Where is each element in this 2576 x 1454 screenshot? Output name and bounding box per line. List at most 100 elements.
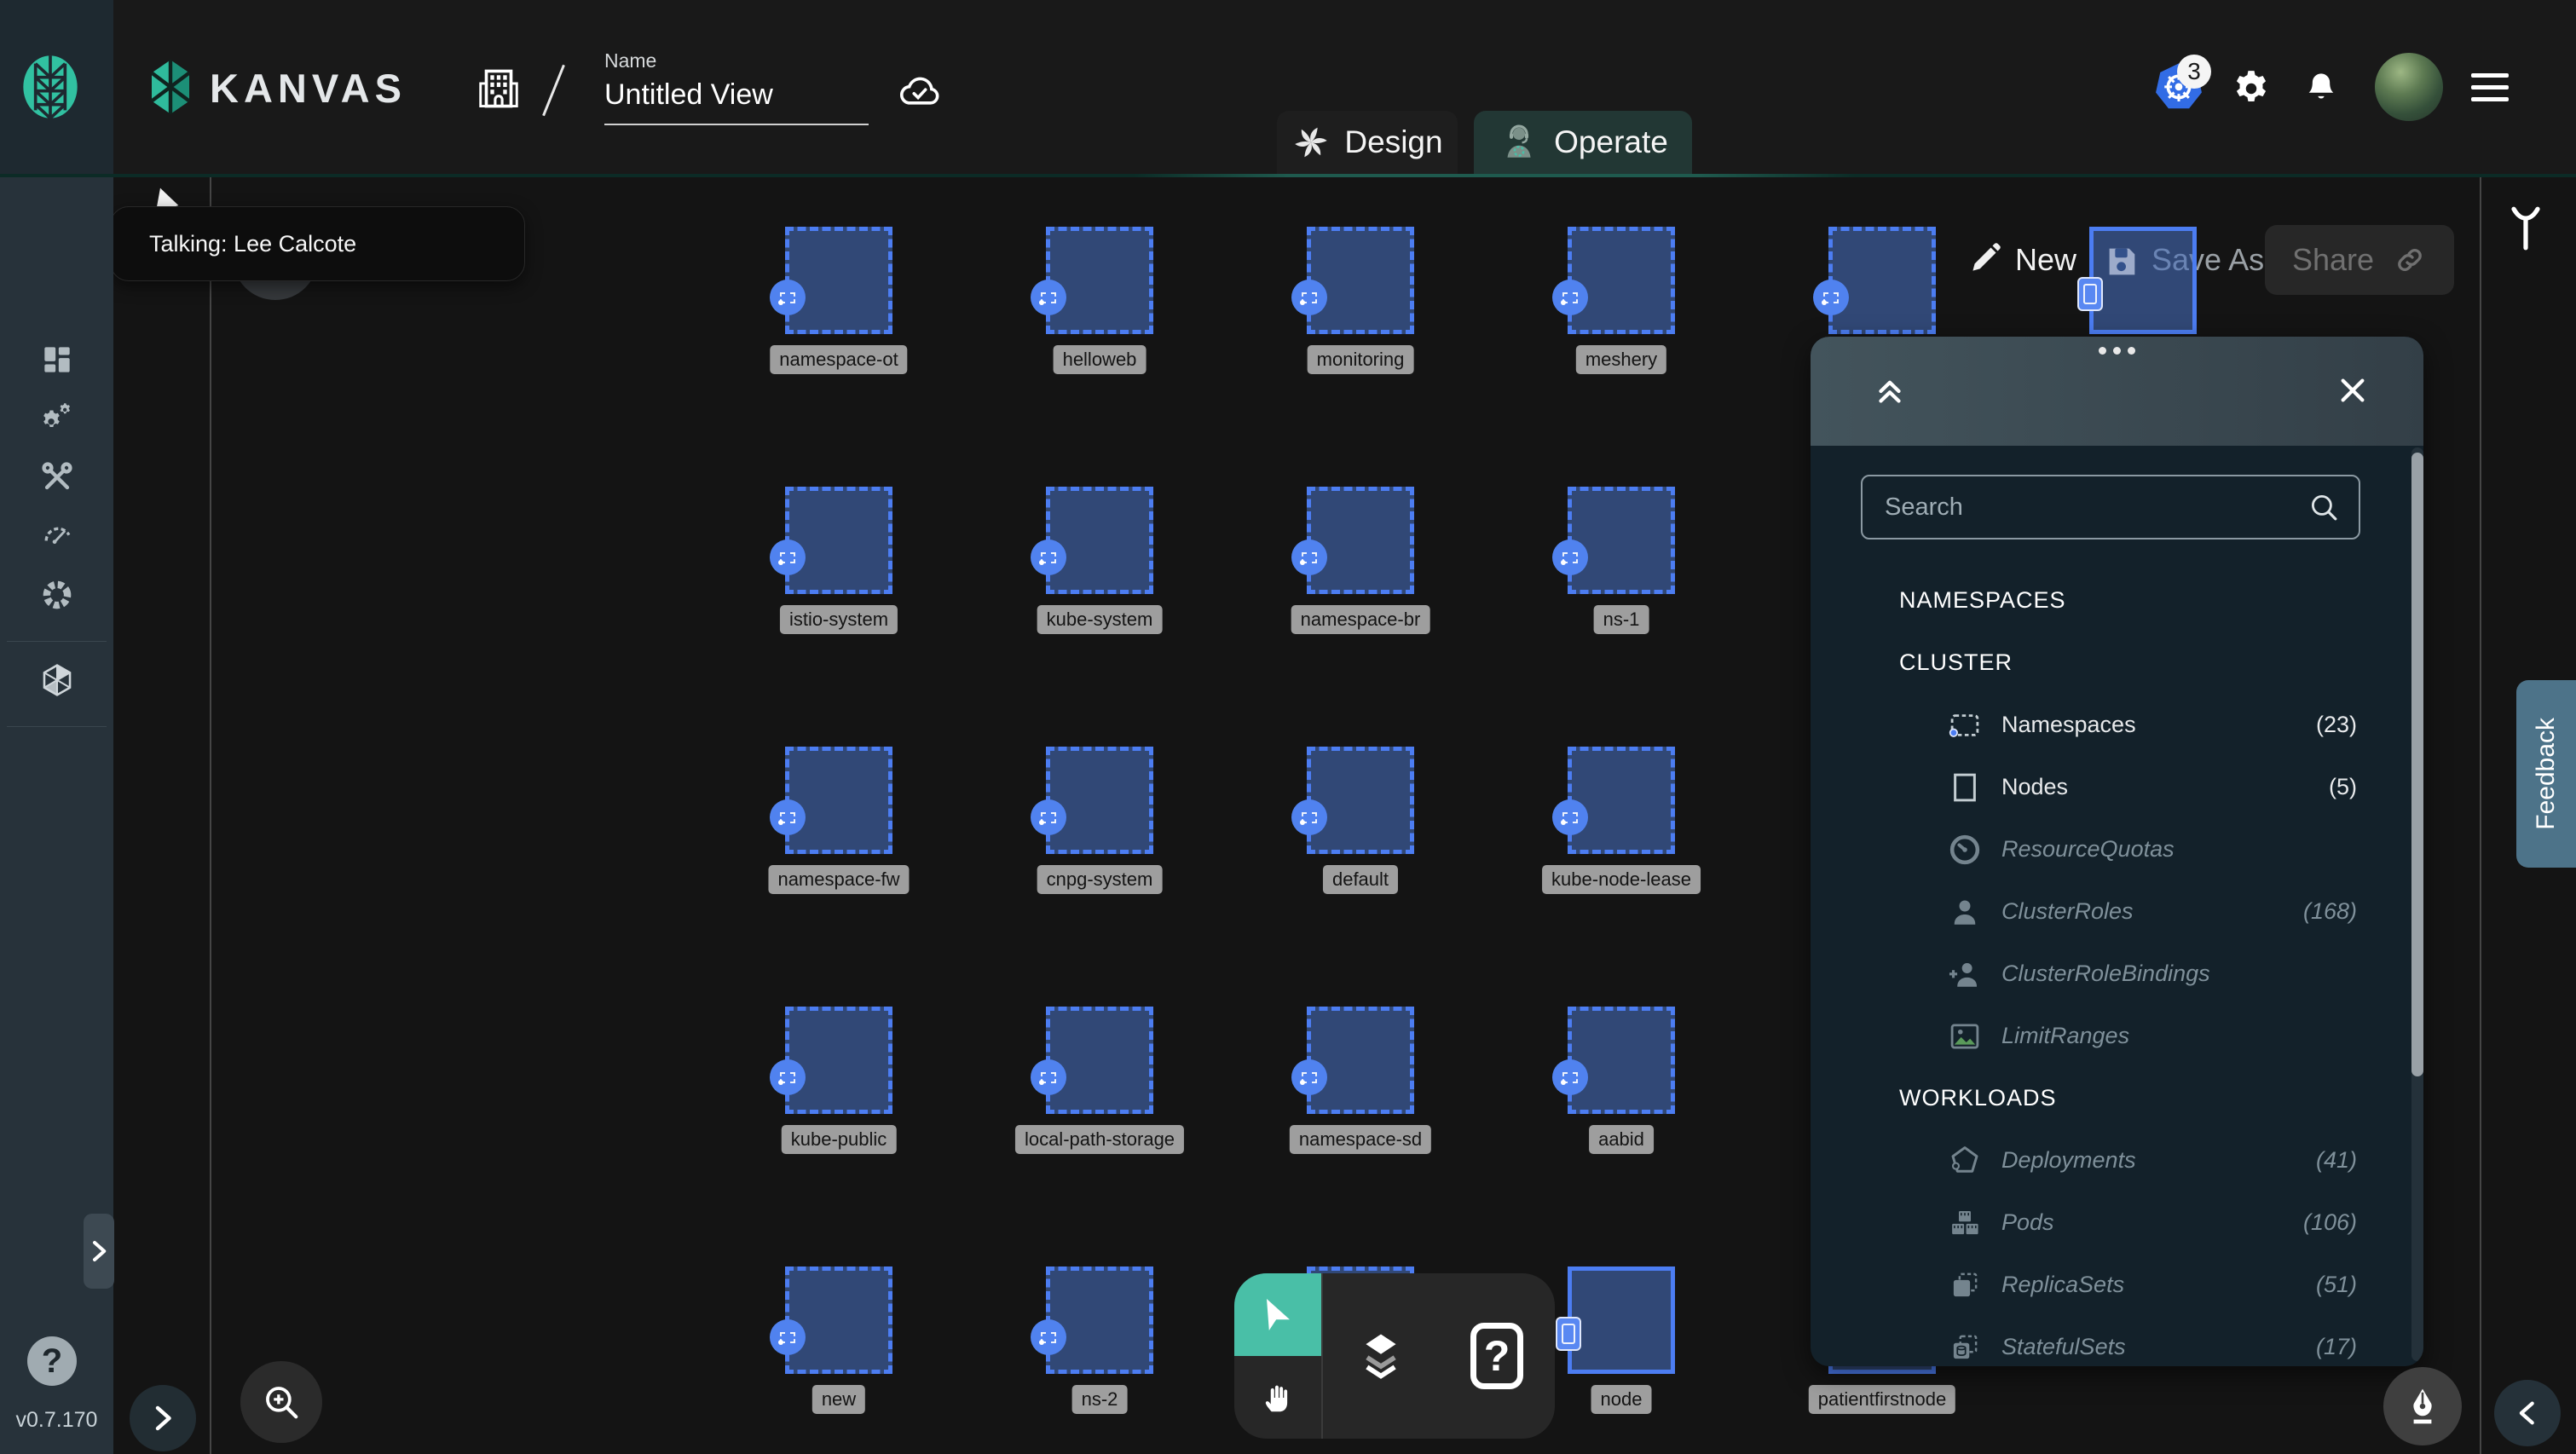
node-label[interactable]: meshery	[1575, 345, 1667, 374]
organization-building-icon[interactable]	[474, 63, 523, 114]
feedback-tab[interactable]: Feedback	[2516, 680, 2576, 868]
sidebar-expand-tab[interactable]	[84, 1214, 114, 1289]
notifications-bell-icon[interactable]	[2302, 68, 2341, 109]
lifecycle-gears-icon[interactable]	[38, 401, 76, 438]
dock-y-icon[interactable]	[2508, 203, 2544, 254]
namespace-badge-icon	[1552, 280, 1588, 315]
panel-item-pods[interactable]: Pods (106)	[1811, 1191, 2423, 1254]
canvas-node-cnpg-system[interactable]	[1031, 747, 1153, 854]
canvas-node-node[interactable]	[1556, 1266, 1675, 1374]
canvas-node-namespace-br[interactable]	[1291, 487, 1414, 594]
limitrange-icon	[1947, 1018, 1983, 1054]
canvas-node-monitoring[interactable]	[1291, 227, 1414, 334]
canvas-node-istio-system[interactable]	[770, 487, 892, 594]
node-label[interactable]: namespace-sd	[1289, 1125, 1432, 1154]
node-label[interactable]: patientfirstnode	[1808, 1385, 1956, 1414]
panel-scrollbar-thumb[interactable]	[2411, 453, 2423, 1076]
namespace-icon	[1947, 707, 1983, 743]
canvas-node-namespace-sd[interactable]	[1291, 1007, 1414, 1114]
toolbar-help-button[interactable]: ?	[1439, 1273, 1555, 1439]
panel-item-statefulsets[interactable]: StatefulSets (17)	[1811, 1316, 2423, 1366]
canvas-node-aabid[interactable]	[1552, 1007, 1675, 1114]
settings-gear-icon[interactable]	[2230, 67, 2273, 110]
workspace-logo-cell[interactable]	[0, 0, 113, 174]
canvas-node-namespace-fw[interactable]	[770, 747, 892, 854]
help-button[interactable]: ?	[27, 1336, 77, 1386]
canvas-node-helloweb[interactable]	[1031, 227, 1153, 334]
node-label[interactable]: istio-system	[779, 605, 898, 634]
node-label[interactable]: kube-node-lease	[1542, 865, 1701, 894]
node-label[interactable]: local-path-storage	[1014, 1125, 1185, 1154]
node-label[interactable]: ns-2	[1071, 1385, 1128, 1414]
node-label[interactable]: monitoring	[1307, 345, 1414, 374]
panel-item-replicasets[interactable]: ReplicaSets (51)	[1811, 1254, 2423, 1316]
expand-drawer-button[interactable]	[130, 1385, 196, 1451]
node-label[interactable]: new	[811, 1385, 866, 1414]
expand-double-chevron-up-icon[interactable]	[1870, 371, 1909, 410]
search-input[interactable]	[1863, 493, 2306, 522]
node-label[interactable]: ns-1	[1593, 605, 1649, 634]
feedback-tab-label: Feedback	[2532, 718, 2560, 830]
zoom-in-button[interactable]	[240, 1361, 322, 1443]
panel-item-clusterroles[interactable]: ClusterRoles (168)	[1811, 880, 2423, 943]
canvas-node-kube-node-lease[interactable]	[1552, 747, 1675, 854]
dashboard-icon[interactable]	[38, 341, 76, 378]
node-label[interactable]: namespace-fw	[768, 865, 910, 894]
namespace-badge-icon	[770, 280, 806, 315]
panel-item-count: (17)	[2315, 1334, 2357, 1359]
canvas-node-default[interactable]	[1291, 747, 1414, 854]
panel-scrollbar[interactable]	[2411, 447, 2423, 1361]
drag-handle-icon[interactable]	[1811, 347, 2423, 355]
node-label[interactable]: kube-system	[1037, 605, 1163, 634]
select-tool-button[interactable]	[1234, 1273, 1321, 1356]
pen-tool-button[interactable]	[2383, 1367, 2462, 1445]
panel-item-deployments[interactable]: Deployments (41)	[1811, 1129, 2423, 1191]
tab-design[interactable]: Design	[1277, 111, 1458, 174]
new-button[interactable]: New	[2015, 241, 2076, 279]
node-label[interactable]: aabid	[1589, 1125, 1654, 1154]
panel-item-nodes[interactable]: Nodes (5)	[1811, 756, 2423, 818]
canvas-node-ns-2[interactable]	[1031, 1266, 1153, 1374]
close-icon[interactable]	[2335, 372, 2371, 408]
save-as-floppy-icon[interactable]	[2102, 242, 2141, 281]
node-label[interactable]: node	[1591, 1385, 1652, 1414]
canvas-node-kube-system[interactable]	[1031, 487, 1153, 594]
node-label[interactable]: namespace-br	[1291, 605, 1430, 634]
panel-item-resourcequotas[interactable]: ResourceQuotas	[1811, 818, 2423, 880]
canvas-node-local-path-storage[interactable]	[1031, 1007, 1153, 1114]
node-label[interactable]: cnpg-system	[1037, 865, 1163, 894]
tab-operate[interactable]: Operate	[1474, 111, 1692, 174]
canvas-node-new[interactable]	[770, 1266, 892, 1374]
dock-panel-header[interactable]	[1811, 337, 2423, 446]
meshery-hexagon-icon[interactable]	[38, 661, 76, 699]
new-pencil-icon[interactable]	[1967, 239, 2005, 276]
canvas-node-kube-public[interactable]	[770, 1007, 892, 1114]
pan-tool-button[interactable]	[1234, 1356, 1321, 1439]
panel-item-namespaces[interactable]: Namespaces (23)	[1811, 694, 2423, 756]
canvas-node-namespace-ot[interactable]	[770, 227, 892, 334]
node-label[interactable]: namespace-ot	[770, 345, 908, 374]
share-button[interactable]: Share	[2265, 225, 2454, 295]
kubernetes-context-badge[interactable]: 3	[2177, 55, 2211, 89]
canvas-node-meshery[interactable]	[1552, 227, 1675, 334]
panel-section-workloads: WORKLOADS	[1899, 1085, 2057, 1111]
collapse-right-button[interactable]	[2494, 1380, 2561, 1446]
performance-gauge-icon[interactable]	[38, 516, 76, 554]
panel-item-label: Nodes	[2001, 774, 2069, 799]
view-name-input[interactable]	[604, 78, 869, 125]
search-icon[interactable]	[2306, 489, 2342, 525]
canvas-node-unnamed[interactable]	[1813, 227, 1936, 334]
canvas-node-ns-1[interactable]	[1552, 487, 1675, 594]
panel-item-clusterrolebindings[interactable]: ClusterRoleBindings	[1811, 943, 2423, 1005]
hamburger-menu-icon[interactable]	[2471, 73, 2509, 101]
layers-tool-button[interactable]	[1323, 1273, 1439, 1439]
cloud-sync-icon[interactable]	[893, 68, 944, 109]
node-label[interactable]: kube-public	[781, 1125, 897, 1154]
extensions-ring-icon[interactable]	[38, 576, 76, 614]
toolkit-wrenches-icon[interactable]	[38, 459, 76, 496]
panel-item-limitranges[interactable]: LimitRanges	[1811, 1005, 2423, 1067]
user-avatar[interactable]	[2375, 53, 2443, 121]
search-field[interactable]	[1861, 475, 2360, 539]
node-label[interactable]: default	[1322, 865, 1399, 894]
node-label[interactable]: helloweb	[1053, 345, 1146, 374]
